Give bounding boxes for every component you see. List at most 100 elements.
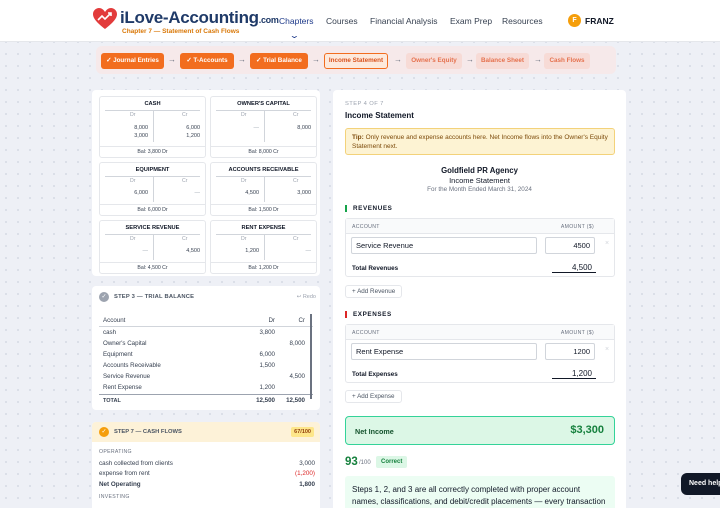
feedback-text: Steps 1, 2, and 3 are all correctly comp… (345, 476, 615, 508)
investing-section-label: INVESTING (99, 494, 130, 500)
column-header-amount: AMOUNT ($) (560, 224, 594, 230)
help-button[interactable]: Need help? (681, 473, 720, 495)
add-revenue-button[interactable]: + Add Revenue (345, 285, 403, 298)
debit-value: 3,000 (134, 133, 148, 139)
step-income-statement[interactable]: Income Statement (324, 53, 388, 69)
t-account-cash: CASH Dr Cr 8,000 3,000 6,000 1,200 Bal: … (99, 96, 206, 158)
page-title: Income Statement (345, 111, 414, 120)
table-row: Accounts Receivable 1,500 (103, 362, 275, 369)
debit-value: — (253, 125, 260, 131)
balance-label: Bal: 6,000 Dr (100, 204, 205, 215)
brand-domain: .com (258, 15, 279, 25)
operating-section-label: OPERATING (99, 449, 132, 455)
cr-label: Cr (182, 112, 188, 118)
scrollbar[interactable] (310, 314, 312, 399)
revenue-amount-input[interactable]: 4500 (545, 237, 595, 254)
table-total-row: TOTAL 12,500 12,500 (99, 394, 313, 406)
step-t-accounts[interactable]: ✓ T-Accounts (180, 53, 234, 69)
table-header: Account Dr Cr (99, 315, 313, 327)
debit-value: 4,500 (245, 190, 259, 196)
table-row: Owner's Capital 8,000 (103, 340, 305, 347)
total-expenses-value: 1,200 (552, 369, 596, 379)
table-row: Equipment 6,000 (103, 351, 275, 358)
t-account-title: CASH (144, 101, 161, 107)
t-account-equipment: EQUIPMENT Dr Cr 6,000 — Bal: 6,000 Dr (99, 162, 206, 216)
cash-flows-header: ✓ STEP 7 — CASH FLOWS 67/100 (92, 422, 320, 442)
score-badge: 67/100 (291, 427, 314, 437)
credit-value: — (194, 190, 201, 196)
t-account-title: ACCOUNTS RECEIVABLE (228, 167, 299, 173)
revenues-section-label: REVENUES (345, 205, 392, 212)
t-account-title: EQUIPMENT (135, 167, 170, 173)
net-income-box: Net Income $3,300 (345, 416, 615, 445)
arrow-right-icon: → (168, 55, 176, 64)
dr-label: Dr (130, 178, 136, 184)
total-revenues-value: 4,500 (552, 263, 596, 273)
status-badge: Correct (376, 456, 408, 468)
balance-label: Bal: 1,500 Dr (211, 204, 316, 215)
credit-value: — (305, 248, 312, 254)
balance-label: Bal: 3,800 Dr (100, 146, 205, 157)
expense-account-input[interactable]: Rent Expense (351, 343, 537, 360)
step-balance-sheet[interactable]: Balance Sheet (476, 53, 529, 69)
close-icon[interactable]: × (605, 346, 609, 353)
nav-exam-prep[interactable]: Exam Prep (450, 16, 492, 26)
t-account-rent-expense: RENT EXPENSE Dr Cr 1,200 — Bal: 1,200 Dr (210, 220, 317, 274)
net-operating-line: Net Operating 1,800 (99, 481, 315, 488)
workflow-stepper: ✓ Journal Entries → ✓ T-Accounts → ✓ Tri… (96, 46, 616, 74)
cr-label: Cr (182, 236, 188, 242)
brand-name[interactable]: iLove-Accounting.com (120, 8, 279, 28)
credit-value: 1,200 (186, 133, 200, 139)
dr-label: Dr (130, 236, 136, 242)
balance-label: Bal: 1,200 Dr (211, 262, 316, 273)
redo-button[interactable]: ↩ Redo (297, 294, 316, 300)
arrow-right-icon: → (466, 55, 474, 64)
income-statement-panel: STEP 4 OF 7 Income Statement Tip: Only r… (333, 90, 626, 508)
score-max: /100 (359, 460, 371, 466)
t-account-service-revenue: SERVICE REVENUE Dr Cr — 4,500 Bal: 4,500… (99, 220, 206, 274)
step-cash-flows[interactable]: Cash Flows (544, 53, 590, 69)
dr-label: Dr (241, 112, 247, 118)
step-trial-balance[interactable]: ✓ Trial Balance (250, 53, 308, 69)
credit-value: 3,000 (297, 190, 311, 196)
cash-flow-line: expense from rent (1,200) (99, 470, 315, 477)
step-journal-entries[interactable]: ✓ Journal Entries (101, 53, 164, 69)
nav-chapters[interactable]: Chapters (279, 16, 314, 26)
score-value: 93 (345, 456, 358, 468)
revenue-account-input[interactable]: Service Revenue (351, 237, 537, 254)
t-account-title: SERVICE REVENUE (125, 225, 180, 231)
cash-flows-card: ✓ STEP 7 — CASH FLOWS 67/100 OPERATING c… (92, 422, 320, 508)
credit-value: 4,500 (186, 248, 200, 254)
table-row: Rent Expense 1,200 (103, 384, 275, 391)
company-name: Goldfield PR Agency (441, 166, 518, 175)
top-navigation-bar: iLove-Accounting.com Chapter 7 — Stateme… (0, 0, 720, 42)
close-icon[interactable]: × (605, 240, 609, 247)
total-expenses-label: Total Expenses (352, 371, 398, 378)
table-row: Service Revenue 4,500 (103, 373, 305, 380)
t-account-title: RENT EXPENSE (241, 225, 286, 231)
avatar[interactable]: F (568, 14, 581, 27)
expenses-section-label: EXPENSES (345, 311, 392, 318)
user-name[interactable]: FRANZ (585, 16, 614, 26)
expenses-table: ACCOUNT AMOUNT ($) Rent Expense 1200 × T… (345, 324, 615, 383)
credit-value: 8,000 (297, 125, 311, 131)
cash-flows-title: STEP 7 — CASH FLOWS (114, 429, 182, 435)
debit-value: 1,200 (245, 248, 259, 254)
step-indicator: STEP 4 OF 7 (345, 101, 384, 107)
check-circle-icon: ✓ (99, 427, 109, 437)
t-accounts-panel: CASH Dr Cr 8,000 3,000 6,000 1,200 Bal: … (92, 90, 320, 276)
nav-resources[interactable]: Resources (502, 16, 543, 26)
table-row: cash 3,800 (103, 329, 275, 336)
expense-amount-input[interactable]: 1200 (545, 343, 595, 360)
add-expense-button[interactable]: + Add Expense (345, 390, 402, 403)
step-owners-equity[interactable]: Owner's Equity (406, 53, 462, 69)
column-header-account: ACCOUNT (352, 330, 380, 336)
heart-logo-icon (93, 8, 117, 29)
debit-value: 8,000 (134, 125, 148, 131)
revenues-table: ACCOUNT AMOUNT ($) Service Revenue 4500 … (345, 218, 615, 277)
nav-financial-analysis[interactable]: Financial Analysis (370, 16, 438, 26)
brand-subtitle: Chapter 7 — Statement of Cash Flows (122, 28, 240, 35)
t-account-title: OWNER'S CAPITAL (237, 101, 290, 107)
arrow-right-icon: → (534, 55, 542, 64)
nav-courses[interactable]: Courses (326, 16, 358, 26)
